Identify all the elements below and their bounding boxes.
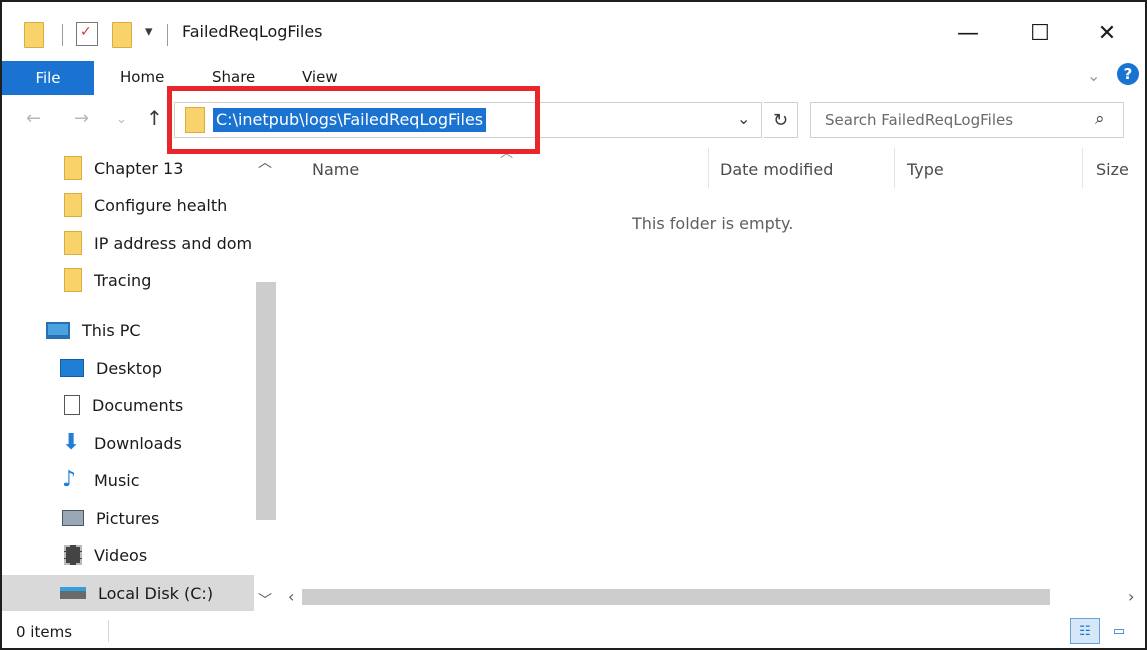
column-header-type[interactable]: Type xyxy=(907,160,944,179)
nav-item-label: This PC xyxy=(82,320,141,340)
title-separator xyxy=(62,24,63,46)
address-path[interactable]: C:\inetpub\logs\FailedReqLogFiles xyxy=(213,108,487,132)
column-separator[interactable] xyxy=(894,148,895,188)
scroll-down-icon[interactable]: ﹀ xyxy=(258,590,272,610)
large-icons-view-icon: ▭ xyxy=(1112,623,1126,639)
tab-file[interactable]: File xyxy=(2,61,94,95)
nav-item-label: Chapter 13 xyxy=(94,158,184,178)
details-view-icon: ☷ xyxy=(1079,623,1091,639)
pictures-icon xyxy=(62,510,84,526)
search-icon: ⌕ xyxy=(1095,109,1105,129)
title-bar: ✓ ▾ FailedReqLogFiles — ☐ ✕ xyxy=(2,2,1145,60)
nav-item-documents[interactable]: Documents xyxy=(2,387,257,423)
column-header-date-modified[interactable]: Date modified xyxy=(720,160,833,179)
folder-icon xyxy=(24,22,44,48)
nav-item-pictures[interactable]: Pictures xyxy=(2,500,257,536)
tab-home[interactable]: Home xyxy=(120,68,164,86)
item-count: 0 items xyxy=(16,623,73,641)
nav-item-ip-address[interactable]: IP address and dom xyxy=(2,225,257,261)
nav-item-this-pc[interactable]: This PC xyxy=(2,312,257,348)
scroll-up-icon[interactable]: ︿ xyxy=(258,152,272,172)
column-separator[interactable] xyxy=(708,148,709,188)
status-separator xyxy=(108,620,109,642)
scroll-left-icon[interactable]: ‹ xyxy=(288,587,294,606)
folder-icon xyxy=(64,193,82,217)
ribbon: File Home Share View ⌄ ? xyxy=(2,60,1145,96)
nav-item-configure-health[interactable]: Configure health xyxy=(2,187,257,223)
nav-item-downloads[interactable]: ⬇ Downloads xyxy=(2,425,257,461)
nav-item-label: Configure health xyxy=(94,195,228,215)
navigation-bar: ← → ⌄ ↑ C:\inetpub\logs\FailedReqLogFile… xyxy=(2,98,1145,144)
folder-icon xyxy=(185,107,205,133)
up-button[interactable]: ↑ xyxy=(146,106,163,130)
search-placeholder: Search FailedReqLogFiles xyxy=(825,111,1014,129)
nav-item-label: Desktop xyxy=(96,358,162,378)
address-dropdown-icon[interactable]: ⌄ xyxy=(737,109,750,128)
empty-folder-message: This folder is empty. xyxy=(632,214,794,233)
forward-button[interactable]: → xyxy=(74,108,89,129)
nav-item-videos[interactable]: Videos xyxy=(2,537,257,573)
nav-item-tracing[interactable]: Tracing xyxy=(2,262,257,298)
nav-item-label: Music xyxy=(94,470,140,490)
nav-item-label: IP address and dom xyxy=(94,233,253,253)
folder-icon xyxy=(64,268,82,292)
folder-icon xyxy=(64,156,82,180)
downloads-icon: ⬇ xyxy=(62,430,81,455)
scrollbar-thumb[interactable] xyxy=(302,589,1050,605)
nav-item-label: Pictures xyxy=(96,508,160,528)
tab-view[interactable]: View xyxy=(302,68,338,86)
help-icon[interactable]: ? xyxy=(1117,63,1139,85)
nav-item-chapter-13[interactable]: Chapter 13 xyxy=(2,150,257,186)
horizontal-scrollbar[interactable]: ‹ › xyxy=(280,586,1145,608)
details-view-button[interactable]: ☷ xyxy=(1070,618,1100,644)
nav-item-label: Tracing xyxy=(94,270,152,290)
local-disk-icon xyxy=(60,587,86,599)
address-bar[interactable]: C:\inetpub\logs\FailedReqLogFiles ⌄ xyxy=(174,102,762,138)
status-bar: 0 items ☷ ▭ xyxy=(2,614,1145,648)
scrollbar-thumb[interactable] xyxy=(256,282,276,520)
nav-item-desktop[interactable]: Desktop xyxy=(2,350,257,386)
customize-toolbar-icon[interactable]: ▾ xyxy=(145,22,153,40)
computer-icon xyxy=(46,321,70,339)
scroll-right-icon[interactable]: › xyxy=(1128,587,1134,606)
sort-indicator-icon: ︿ xyxy=(500,146,514,161)
nav-item-local-disk[interactable]: Local Disk (C:) xyxy=(2,575,257,611)
large-icons-view-button[interactable]: ▭ xyxy=(1104,618,1134,644)
new-folder-icon[interactable] xyxy=(112,22,132,48)
refresh-icon: ↻ xyxy=(772,109,789,131)
desktop-icon xyxy=(60,359,84,377)
documents-icon xyxy=(64,395,80,415)
refresh-button[interactable]: ↻ xyxy=(764,102,798,138)
close-button[interactable]: ✕ xyxy=(1087,16,1127,50)
nav-item-label: Local Disk (C:) xyxy=(98,583,214,603)
nav-item-label: Documents xyxy=(92,395,184,415)
tab-share[interactable]: Share xyxy=(212,68,255,86)
recent-locations-button[interactable]: ⌄ xyxy=(116,112,127,127)
maximize-button[interactable]: ☐ xyxy=(1020,16,1060,50)
navigation-pane-scrollbar[interactable]: ︿ ﹀ xyxy=(254,148,278,612)
music-icon: ♪ xyxy=(62,467,77,492)
window-title: FailedReqLogFiles xyxy=(182,22,323,41)
nav-item-label: Videos xyxy=(94,545,148,565)
expand-ribbon-icon[interactable]: ⌄ xyxy=(1087,66,1100,85)
folder-icon xyxy=(64,231,82,255)
column-header-size[interactable]: Size xyxy=(1096,160,1129,179)
column-separator[interactable] xyxy=(1082,148,1083,188)
file-list: ︿ Name Date modified Type Size This fold… xyxy=(292,146,1145,588)
search-input[interactable]: Search FailedReqLogFiles ⌕ xyxy=(810,102,1124,138)
videos-icon xyxy=(64,545,82,565)
column-header-name[interactable]: Name xyxy=(312,160,359,179)
nav-item-music[interactable]: ♪ Music xyxy=(2,462,257,498)
navigation-pane: Chapter 13 Configure health IP address a… xyxy=(2,148,280,612)
properties-icon[interactable]: ✓ xyxy=(76,22,98,46)
file-explorer-window: ✓ ▾ FailedReqLogFiles — ☐ ✕ File Home Sh… xyxy=(0,0,1147,650)
minimize-button[interactable]: — xyxy=(948,16,988,50)
nav-item-label: Downloads xyxy=(94,433,182,453)
back-button[interactable]: ← xyxy=(26,108,41,129)
title-separator xyxy=(167,24,168,46)
